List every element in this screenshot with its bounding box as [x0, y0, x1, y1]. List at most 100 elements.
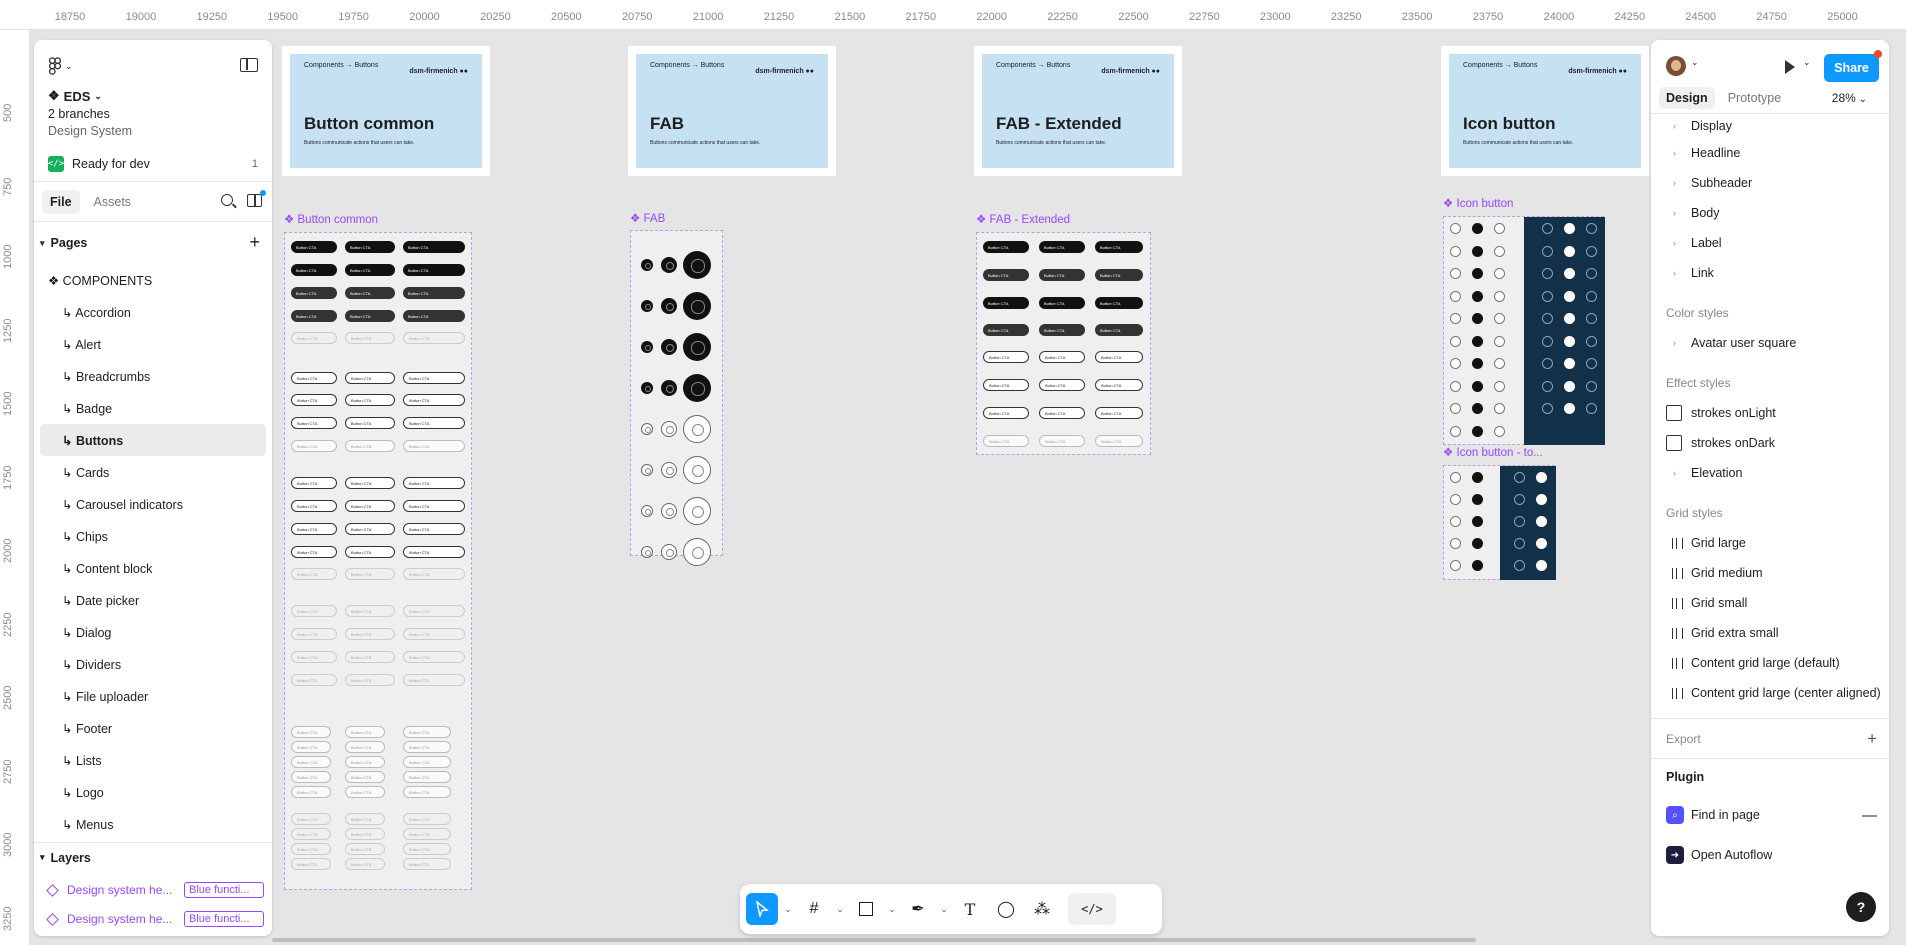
page-item[interactable]: ↳ Badge — [40, 392, 266, 424]
icon-button-instance[interactable] — [1542, 290, 1553, 302]
button-cta-instance[interactable]: Button CTA — [983, 435, 1029, 447]
icon-button-instance[interactable] — [1450, 335, 1461, 347]
icon-toggle-instance[interactable] — [1514, 538, 1525, 549]
grid-style-item[interactable]: Content grid large (default) — [1651, 648, 1889, 678]
button-cta-instance[interactable]: Button CTA — [291, 726, 331, 738]
button-cta-instance[interactable]: Button CTA — [403, 241, 465, 253]
button-cta-instance[interactable]: Button CTA — [403, 546, 465, 558]
cover-frame-icon-button[interactable]: Components → Buttons dsm-firmenich ●● Ic… — [1441, 46, 1649, 176]
fab-instance[interactable] — [683, 497, 711, 525]
grid-style-item[interactable]: Grid extra small — [1651, 618, 1889, 648]
icon-button-instance[interactable] — [1586, 335, 1597, 347]
icon-button-instance[interactable] — [1450, 290, 1461, 302]
button-cta-instance[interactable]: Button CTA — [403, 628, 465, 640]
icon-button-instance[interactable] — [1564, 245, 1575, 257]
icon-button-instance[interactable] — [1564, 335, 1575, 347]
icon-toggle-instance[interactable] — [1450, 516, 1461, 527]
button-cta-instance[interactable]: Button CTA — [1095, 241, 1143, 253]
icon-button-instance[interactable] — [1586, 290, 1597, 302]
button-cta-instance[interactable]: Button CTA — [291, 332, 337, 344]
icon-button-instance[interactable] — [1494, 403, 1505, 414]
fab-instance[interactable] — [683, 251, 711, 279]
button-cta-instance[interactable]: Button CTA — [1039, 407, 1085, 419]
icon-button-instance[interactable] — [1494, 380, 1505, 392]
icon-button-instance[interactable] — [1472, 223, 1483, 234]
plugin-open-autoflow[interactable]: ➜ Open Autoflow — [1651, 835, 1889, 875]
button-cta-instance[interactable]: Button CTA — [403, 726, 451, 738]
icon-toggle-instance[interactable] — [1450, 538, 1461, 549]
button-cta-instance[interactable]: Button CTA — [291, 477, 337, 489]
layers-header[interactable]: ▾ Layers — [34, 842, 272, 872]
fab-instance[interactable] — [641, 382, 653, 394]
icon-button-instance[interactable] — [1472, 403, 1483, 414]
button-cta-instance[interactable]: Button CTA — [983, 297, 1029, 309]
icon-toggle-instance[interactable] — [1536, 472, 1547, 483]
icon-toggle-instance[interactable] — [1536, 516, 1547, 527]
comment-tool-icon[interactable]: ◯ — [990, 893, 1022, 925]
canvas[interactable]: Components → Buttons dsm-firmenich ●● Bu… — [30, 30, 1906, 945]
fab-instance[interactable] — [641, 300, 653, 312]
icon-toggle-instance[interactable] — [1514, 472, 1525, 483]
icon-button-instance[interactable] — [1542, 380, 1553, 392]
icon-button-instance[interactable] — [1472, 358, 1483, 369]
button-cta-instance[interactable]: Button CTA — [983, 324, 1029, 336]
icon-toggle-instance[interactable] — [1536, 494, 1547, 505]
present-icon[interactable] — [1785, 60, 1795, 74]
sidebar-toggle-icon[interactable] — [240, 58, 258, 72]
button-cta-instance[interactable]: Button CTA — [291, 771, 331, 783]
button-cta-instance[interactable]: Button CTA — [291, 417, 337, 429]
chevron-down-icon[interactable]: ⌄ — [782, 904, 794, 915]
effect-style-item[interactable]: › Elevation — [1651, 458, 1889, 488]
button-cta-instance[interactable]: Button CTA — [345, 332, 395, 344]
icon-button-instance[interactable] — [1450, 313, 1461, 324]
button-cta-instance[interactable]: Button CTA — [345, 674, 395, 686]
button-cta-instance[interactable]: Button CTA — [403, 828, 451, 840]
layer-row[interactable]: Design system he... Blue functi... — [46, 877, 264, 903]
button-cta-instance[interactable]: Button CTA — [1039, 297, 1085, 309]
fab-instance[interactable] — [661, 339, 677, 355]
component-frame-fab[interactable] — [630, 230, 723, 566]
button-cta-instance[interactable]: Button CTA — [345, 477, 395, 489]
chevron-down-icon[interactable]: ⌄ — [886, 904, 898, 915]
icon-button-instance[interactable] — [1586, 313, 1597, 324]
color-style-item[interactable]: › Avatar user square — [1651, 328, 1889, 358]
button-cta-instance[interactable]: Button CTA — [345, 756, 385, 768]
grid-style-item[interactable]: Grid medium — [1651, 558, 1889, 588]
button-cta-instance[interactable]: Button CTA — [1095, 269, 1143, 281]
fab-instance[interactable] — [683, 538, 711, 566]
button-cta-instance[interactable]: Button CTA — [403, 741, 451, 753]
fab-instance[interactable] — [683, 292, 711, 320]
button-cta-instance[interactable]: Button CTA — [345, 568, 395, 580]
text-tool-icon[interactable]: T — [954, 893, 986, 925]
text-style-item[interactable]: › Link — [1651, 258, 1889, 288]
icon-toggle-instance[interactable] — [1450, 560, 1461, 571]
fab-instance[interactable] — [661, 544, 677, 560]
tab-assets[interactable]: Assets — [86, 190, 140, 214]
export-section[interactable]: Export + — [1651, 718, 1889, 758]
icon-toggle-instance[interactable] — [1472, 494, 1483, 505]
project-name[interactable]: ❖ EDS ⌄ — [48, 88, 258, 104]
component-frame-icon-button-toggle[interactable] — [1443, 465, 1556, 580]
icon-button-instance[interactable] — [1564, 380, 1575, 392]
fab-instance[interactable] — [641, 423, 653, 435]
button-cta-instance[interactable]: Button CTA — [403, 394, 465, 406]
cover-frame-fab[interactable]: Components → Buttons dsm-firmenich ●● FA… — [628, 46, 836, 176]
button-cta-instance[interactable]: Button CTA — [291, 674, 337, 686]
button-cta-instance[interactable]: Button CTA — [1095, 379, 1143, 391]
button-cta-instance[interactable]: Button CTA — [403, 605, 465, 617]
page-item[interactable]: ↳ Carousel indicators — [40, 488, 266, 520]
main-menu-button[interactable]: ⌄ — [48, 56, 258, 76]
icon-button-instance[interactable] — [1542, 268, 1553, 279]
icon-toggle-instance[interactable] — [1450, 472, 1461, 483]
button-cta-instance[interactable]: Button CTA — [291, 372, 337, 384]
page-item[interactable]: ↳ Logo — [40, 776, 266, 808]
page-item[interactable]: ↳ Menus — [40, 808, 266, 840]
chevron-down-icon[interactable]: ⌄ — [938, 904, 950, 915]
button-cta-instance[interactable]: Button CTA — [291, 241, 337, 253]
page-item[interactable]: ↳ Dividers — [40, 648, 266, 680]
icon-button-instance[interactable] — [1450, 245, 1461, 257]
icon-button-instance[interactable] — [1542, 403, 1553, 414]
icon-button-instance[interactable] — [1542, 245, 1553, 257]
fab-instance[interactable] — [661, 421, 677, 437]
icon-button-instance[interactable] — [1494, 358, 1505, 369]
